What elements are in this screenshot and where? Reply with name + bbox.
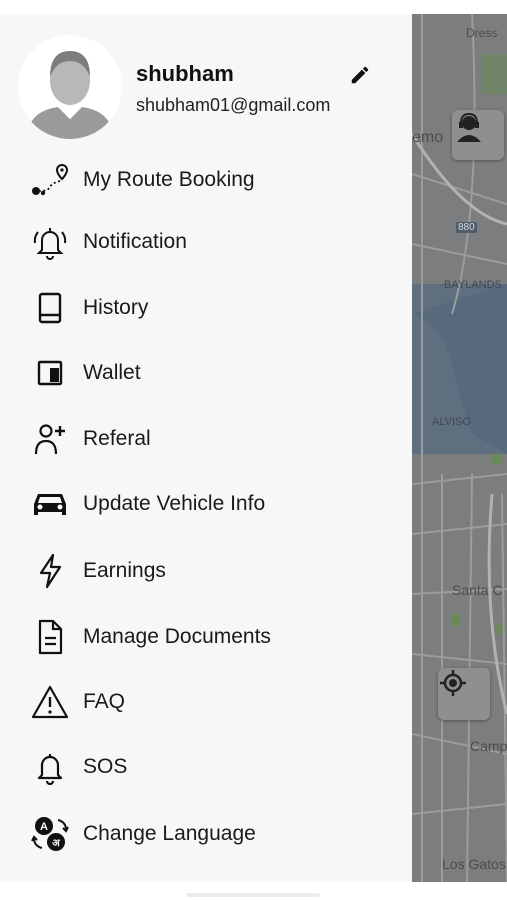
support-agent-icon [457,112,481,142]
menu-label: Wallet [83,361,141,384]
menu-item-manage-documents[interactable]: Manage Documents [0,611,412,663]
map-label: emo [412,129,444,146]
menu-item-change-language[interactable]: A अ Change Language [0,808,412,860]
menu-label: Manage Documents [83,625,271,648]
svg-text:A: A [40,821,48,833]
add-person-icon [30,419,70,459]
crosshair-icon [440,670,466,696]
navigation-bar-area [0,882,507,900]
profile-email: shubham01@gmail.com [136,95,331,115]
highway-shield: 880 [456,222,477,233]
support-agent-button[interactable] [452,110,504,160]
menu-label: Earnings [83,559,166,582]
menu-label: Change Language [83,822,256,845]
pencil-icon [351,66,369,84]
warning-icon [30,682,70,722]
avatar[interactable] [18,35,122,139]
menu-label: Update Vehicle Info [83,492,266,515]
profile-name: shubham [136,61,234,86]
menu-item-sos[interactable]: SOS [0,741,412,793]
my-location-button[interactable] [438,668,490,720]
menu-item-faq[interactable]: FAQ [0,676,412,728]
menu-item-my-route-booking[interactable]: My Route Booking [0,154,412,206]
menu-label: My Route Booking [83,168,255,191]
map-view[interactable]: Dress emo 880 BAYLANDS ALVISO Santa C Ca… [412,14,507,882]
navigation-drawer: shubham shubham01@gmail.com My Route Boo… [0,14,412,882]
menu-label: FAQ [83,690,126,713]
menu-label: SOS [83,755,128,778]
lightning-icon [30,551,70,591]
map-label: Camp [470,738,507,754]
menu-item-notification[interactable]: Notification [0,216,412,268]
map-label: BAYLANDS [444,279,502,291]
menu-item-update-vehicle-info[interactable]: Update Vehicle Info [0,478,412,530]
book-icon [30,288,70,328]
map-label: Los Gatos [442,856,506,872]
edit-profile-button[interactable] [347,62,373,88]
home-indicator[interactable] [186,893,320,897]
route-icon [30,160,70,200]
user-avatar-icon [18,35,122,139]
menu-item-referal[interactable]: Referal [0,413,412,465]
menu-item-history[interactable]: History [0,282,412,334]
bell-ringing-icon [30,222,70,262]
document-icon [30,617,70,657]
menu-item-earnings[interactable]: Earnings [0,545,412,597]
car-icon [30,484,70,524]
menu-label: History [83,296,149,319]
map-label: Dress [466,26,498,40]
bell-icon [30,747,70,787]
menu-item-wallet[interactable]: Wallet [0,347,412,399]
status-bar-area [0,0,507,14]
menu-label: Referal [83,427,151,450]
menu-label: Notification [83,230,187,253]
translate-icon: A अ [30,814,70,854]
map-label: Santa C [452,582,503,598]
wallet-icon [30,353,70,393]
map-label: ALVISO [432,416,471,428]
